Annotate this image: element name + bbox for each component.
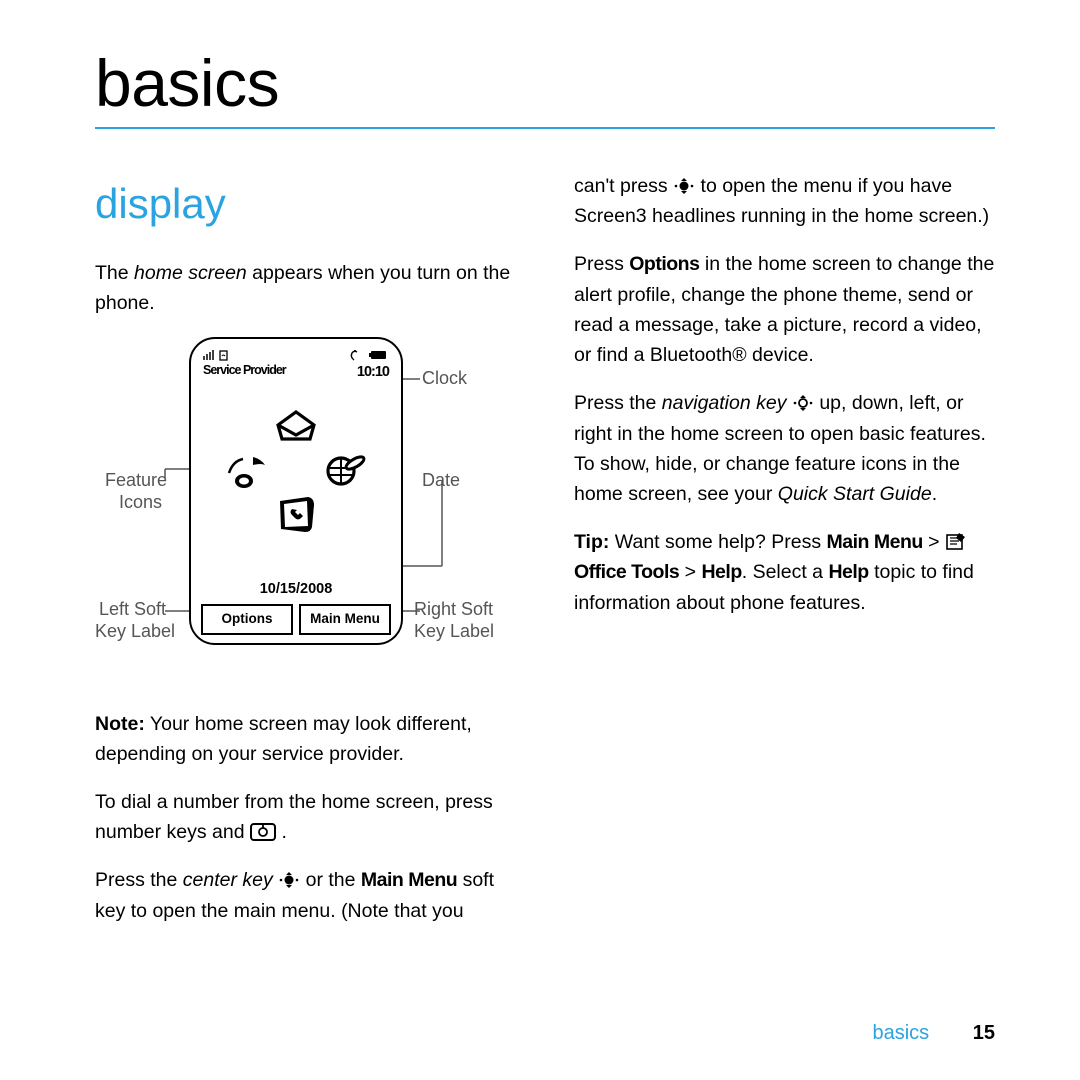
alert-battery-icon [349,349,389,361]
dial-text: To dial a number from the home screen, p… [95,787,516,847]
phone-frame: Service Provider 10:10 [189,337,403,645]
feature-icons-cluster [201,389,391,544]
page-footer: basics 15 [872,1022,995,1045]
label-clock: Clock [422,368,467,390]
envelope-icon [278,412,314,439]
section-title: display [95,171,516,236]
home-screen-diagram: Service Provider 10:10 [95,337,516,687]
page-title: basics [95,45,995,121]
right-softkey: Main Menu [299,604,391,635]
label-feature1: Feature [105,470,167,492]
intro-text: The home screen appears when you turn on… [95,258,516,318]
nav-text: Press the navigation key up, down, left,… [574,388,995,509]
right-column: can't press to open the menu if you have… [574,171,995,926]
label-lsoft1: Left Soft [99,599,166,621]
center-key-text: Press the center key or the Main Menu so… [95,865,516,925]
date-value: 10/15/2008 [201,578,391,600]
left-column: display The home screen appears when you… [95,171,516,926]
left-softkey: Options [201,604,293,635]
label-date: Date [422,470,460,492]
cont-text: can't press to open the menu if you have… [574,171,995,231]
center-key-icon [673,177,695,195]
clock-value: 10:10 [357,361,389,383]
office-tools-icon [945,531,967,551]
divider [95,127,995,129]
navigation-key-icon [792,394,814,412]
note-text: Note: Your home screen may look differen… [95,709,516,769]
signal-icon [203,349,233,361]
center-key-icon [278,871,300,889]
label-rsoft2: Key Label [414,621,494,643]
music-icon [229,457,265,488]
label-feature2: Icons [119,492,162,514]
globe-icon [328,455,366,484]
phonebook-icon [280,497,314,532]
options-text: Press Options in the home screen to chan… [574,249,995,370]
send-key-icon [250,823,276,841]
service-provider: Service Provider [203,361,286,383]
tip-text: Tip: Want some help? Press Main Menu > O… [574,527,995,618]
footer-section: basics [872,1022,929,1044]
footer-page-number: 15 [973,1022,995,1044]
label-lsoft2: Key Label [95,621,175,643]
label-rsoft1: Right Soft [414,599,493,621]
